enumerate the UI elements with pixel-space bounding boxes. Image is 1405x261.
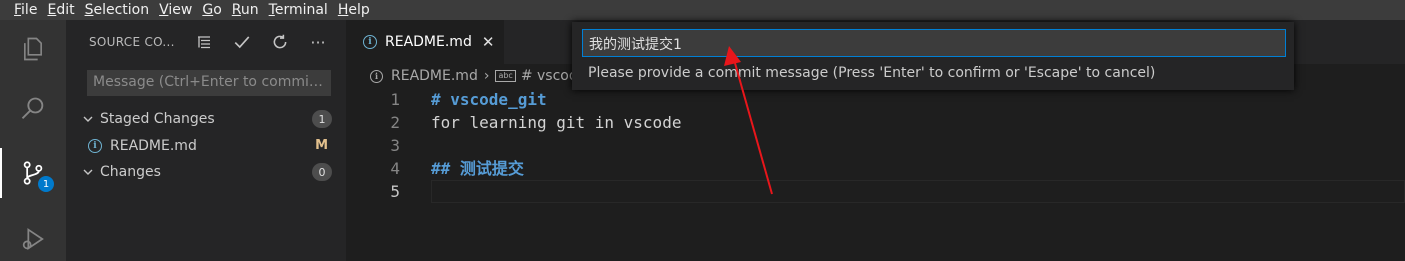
menu-run[interactable]: Run (232, 2, 259, 18)
info-icon: i (88, 139, 102, 153)
line-text: for learning git in vscode (431, 113, 682, 132)
code-line: 4 ## 测试提交 (346, 157, 1405, 180)
tab-readme[interactable]: i README.md ✕ (346, 20, 504, 64)
current-line-highlight (431, 180, 1405, 203)
staged-changes-label: Staged Changes (100, 111, 215, 127)
menu-terminal[interactable]: Terminal (269, 2, 328, 18)
code-line: 2 for learning git in vscode (346, 111, 1405, 134)
source-control-icon[interactable]: 1 (0, 148, 58, 198)
menu-help[interactable]: Help (338, 2, 370, 18)
changes-count-badge: 0 (312, 163, 332, 181)
staged-file-item[interactable]: i README.md M (66, 135, 346, 157)
menu-view[interactable]: View (159, 2, 192, 18)
breadcrumb-file[interactable]: README.md (391, 68, 478, 84)
panel-title: SOURCE CO... (89, 35, 175, 49)
close-icon[interactable]: ✕ (482, 33, 495, 51)
quick-input-widget: 我的测试提交1 Please provide a commit message … (572, 22, 1294, 90)
menu-go[interactable]: Go (202, 2, 221, 18)
chevron-down-icon (82, 166, 94, 178)
refresh-icon[interactable] (266, 31, 294, 53)
code-line: 3 (346, 134, 1405, 157)
code-line: 5 (346, 180, 1405, 203)
staged-count-badge: 1 (312, 110, 332, 128)
tab-label: README.md (385, 34, 472, 50)
changes-label: Changes (100, 164, 161, 180)
code-editor[interactable]: 1 # vscode_git 2 for learning git in vsc… (346, 88, 1405, 203)
run-debug-icon[interactable] (8, 214, 58, 261)
source-control-panel: SOURCE CO... ··· Message (Ctrl+Enter to … (66, 20, 346, 261)
commit-check-icon[interactable] (228, 31, 256, 53)
chevron-down-icon (82, 113, 94, 125)
scm-badge: 1 (38, 176, 54, 192)
staged-changes-header[interactable]: Staged Changes 1 (66, 108, 346, 130)
chevron-right-icon: › (483, 68, 490, 84)
menu-bar: File Edit Selection View Go Run Terminal… (0, 0, 1405, 20)
line-number: 4 (390, 159, 400, 178)
menu-edit[interactable]: Edit (47, 2, 74, 18)
explorer-icon[interactable] (8, 24, 58, 74)
line-number: 1 (390, 90, 400, 109)
line-text: ## 测试提交 (431, 159, 524, 178)
file-status-modified: M (315, 138, 328, 153)
string-symbol-icon: abc (495, 70, 516, 82)
view-as-tree-icon[interactable] (190, 31, 218, 53)
panel-actions: ··· (190, 31, 332, 53)
changes-header[interactable]: Changes 0 (66, 161, 346, 183)
more-actions-icon[interactable]: ··· (304, 31, 332, 53)
menu-selection[interactable]: Selection (85, 2, 150, 18)
line-number: 2 (390, 113, 400, 132)
activity-bar: 1 (0, 20, 66, 261)
search-icon[interactable] (8, 84, 58, 134)
info-icon: i (363, 35, 377, 49)
quick-input-message: Please provide a commit message (Press '… (588, 65, 1156, 81)
staged-file-name: README.md (110, 138, 197, 154)
line-number: 5 (390, 182, 400, 201)
commit-message-input[interactable]: Message (Ctrl+Enter to commit... (87, 70, 331, 96)
line-text: # vscode_git (431, 90, 547, 109)
info-icon: i (370, 69, 383, 83)
line-number: 3 (390, 136, 400, 155)
commit-message-quick-input[interactable]: 我的测试提交1 (582, 29, 1286, 57)
menu-file[interactable]: File (14, 2, 37, 18)
code-line: 1 # vscode_git (346, 88, 1405, 111)
